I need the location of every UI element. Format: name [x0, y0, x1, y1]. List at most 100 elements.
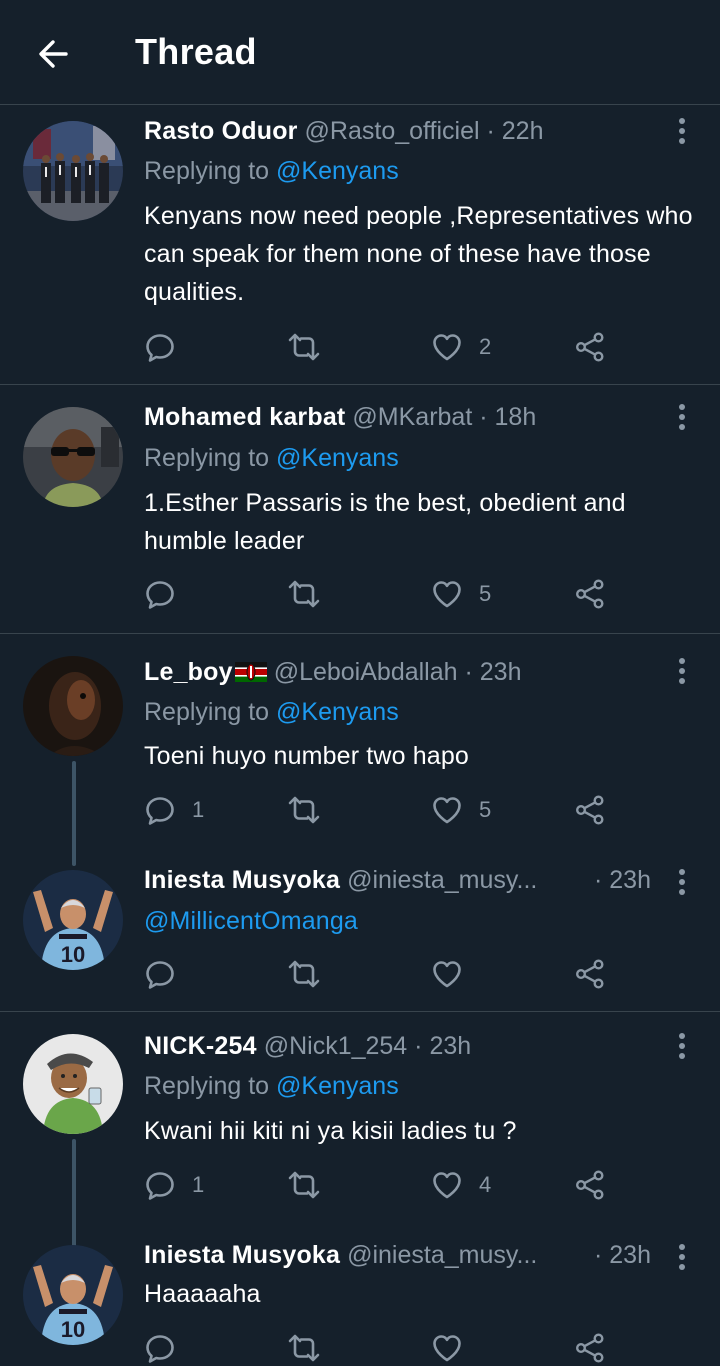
share-button[interactable] [574, 792, 606, 828]
share-icon [574, 578, 606, 610]
avatar[interactable]: 10 [23, 870, 123, 970]
retweet-button[interactable] [286, 792, 322, 828]
user-handle[interactable]: @Nick1_254 [264, 1032, 408, 1060]
mention-link[interactable]: @MillicentOmanga [144, 907, 358, 935]
tweet-5[interactable]: NICK-254 @Nick1_254 · 23h Replying to @K… [0, 1011, 720, 1251]
reply-icon [144, 1332, 176, 1364]
user-handle[interactable]: @MKarbat [352, 403, 472, 431]
tweet-4[interactable]: 10 Iniesta Musyoka @iniesta_musy... · 23… [0, 845, 720, 1012]
replying-to: Replying to @Kenyans [144, 444, 399, 472]
share-button[interactable] [574, 1330, 606, 1366]
tweet-2[interactable]: Mohamed karbat @MKarbat · 18h Replying t… [0, 384, 720, 634]
like-button[interactable]: 2 [431, 329, 491, 365]
replying-to: Replying to @Kenyans [144, 157, 399, 185]
like-button[interactable] [431, 956, 479, 992]
replying-to-link[interactable]: @Kenyans [276, 1072, 399, 1100]
display-name[interactable]: Iniesta Musyoka [144, 866, 340, 894]
like-count: 2 [479, 334, 492, 359]
reply-icon [144, 331, 176, 363]
tweet-text: Kenyans now need people ,Representatives… [144, 202, 693, 306]
tweet-text: Kwani hii kiti ni ya kisii ladies tu ? [144, 1117, 517, 1145]
retweet-icon [286, 1169, 322, 1201]
like-heart-icon [431, 794, 463, 826]
more-options-button[interactable] [674, 118, 690, 146]
share-button[interactable] [574, 956, 606, 992]
more-vertical-icon [679, 869, 685, 875]
tweet-text: 1.Esther Passaris is the best, obedient … [144, 489, 626, 555]
avatar[interactable]: 10 [23, 1245, 123, 1345]
like-heart-icon [431, 958, 463, 990]
avatar[interactable] [23, 656, 123, 756]
retweet-icon [286, 794, 322, 826]
page-title: Thread [135, 31, 257, 72]
display-name[interactable]: Le_boy [144, 658, 233, 686]
action-bar: 2 [144, 329, 624, 365]
replying-to-link[interactable]: @Kenyans [276, 444, 399, 472]
like-heart-icon [431, 578, 463, 610]
tweet-1[interactable]: Rasto Oduor @Rasto_officiel · 22h Replyi… [0, 105, 720, 385]
retweet-button[interactable] [286, 329, 322, 365]
timestamp: · 23h [464, 658, 522, 686]
like-button[interactable]: 4 [431, 1167, 491, 1203]
back-button[interactable] [34, 34, 74, 74]
retweet-button[interactable] [286, 956, 322, 992]
more-options-button[interactable] [674, 658, 690, 686]
share-icon [574, 1332, 606, 1364]
display-name[interactable]: Mohamed karbat [144, 403, 345, 431]
like-heart-icon [431, 331, 463, 363]
reply-button[interactable] [144, 956, 192, 992]
reply-button[interactable]: 1 [144, 1167, 204, 1203]
display-name[interactable]: Rasto Oduor [144, 117, 298, 145]
timestamp: · 23h [414, 1032, 472, 1060]
more-vertical-icon [679, 404, 685, 410]
tweet-6[interactable]: 10 Iniesta Musyoka @iniesta_musy... · 23… [0, 1230, 720, 1357]
display-name[interactable]: Iniesta Musyoka [144, 1241, 340, 1269]
user-handle[interactable]: @iniesta_musy... [347, 1241, 537, 1269]
reply-button[interactable] [144, 329, 192, 365]
retweet-button[interactable] [286, 576, 322, 612]
user-handle[interactable]: @Rasto_officiel [305, 117, 480, 145]
like-count: 4 [479, 1172, 492, 1197]
user-handle[interactable]: @iniesta_musy... [347, 866, 537, 894]
more-options-button[interactable] [674, 869, 690, 897]
retweet-button[interactable] [286, 1167, 322, 1203]
retweet-button[interactable] [286, 1330, 322, 1366]
share-button[interactable] [574, 1167, 606, 1203]
reply-button[interactable] [144, 576, 192, 612]
timestamp: · 23h [594, 866, 651, 894]
reply-icon [144, 958, 176, 990]
avatar[interactable] [23, 407, 123, 507]
like-button[interactable]: 5 [431, 576, 491, 612]
timestamp: · 23h [594, 1241, 651, 1269]
retweet-icon [286, 578, 322, 610]
user-handle[interactable]: @LeboiAbdallah [274, 658, 458, 686]
reply-button[interactable]: 1 [144, 792, 204, 828]
avatar[interactable] [23, 121, 123, 221]
svg-text:10: 10 [61, 1317, 85, 1342]
reply-button[interactable] [144, 1330, 192, 1366]
more-options-button[interactable] [674, 1033, 690, 1061]
tweet-3[interactable]: Le_boy @LeboiAbdallah · 23h Replying to … [0, 633, 720, 866]
like-button[interactable]: 5 [431, 792, 491, 828]
avatar[interactable] [23, 1034, 123, 1134]
reply-count: 1 [192, 1172, 205, 1197]
more-vertical-icon [679, 1033, 685, 1039]
share-button[interactable] [574, 329, 606, 365]
like-count: 5 [479, 581, 492, 606]
action-bar: 1 5 [144, 792, 624, 828]
more-options-button[interactable] [674, 1244, 690, 1272]
more-vertical-icon [679, 658, 685, 664]
like-button[interactable] [431, 1330, 479, 1366]
like-heart-icon [431, 1332, 463, 1364]
share-button[interactable] [574, 576, 606, 612]
replying-to: Replying to @Kenyans [144, 698, 399, 726]
replying-to-link[interactable]: @Kenyans [276, 157, 399, 185]
top-app-bar: Thread [0, 0, 720, 105]
retweet-icon [286, 331, 322, 363]
timestamp: · 18h [479, 403, 537, 431]
replying-to-link[interactable]: @Kenyans [276, 698, 399, 726]
display-name[interactable]: NICK-254 [144, 1032, 257, 1060]
action-bar [144, 956, 624, 992]
share-icon [574, 794, 606, 826]
more-options-button[interactable] [674, 404, 690, 432]
